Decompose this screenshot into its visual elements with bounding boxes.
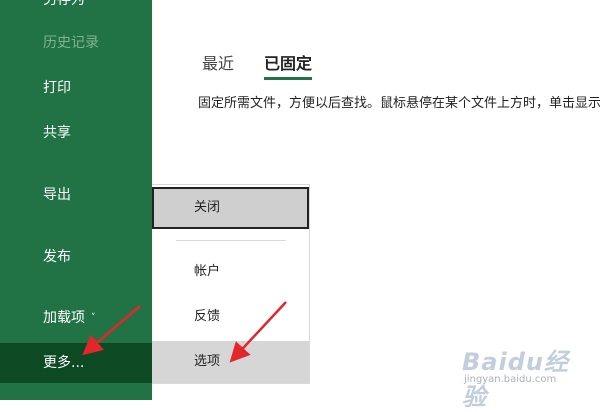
sidebar-item-publish[interactable]: 发布 <box>0 237 152 277</box>
menu-item-options[interactable]: 选项 <box>152 341 309 383</box>
watermark-url: jingyan.baidu.com <box>464 374 557 385</box>
menu-divider <box>176 240 286 241</box>
menu-item-label: 反馈 <box>194 309 221 324</box>
tab-pinned[interactable]: 已固定 <box>264 50 313 80</box>
sidebar-item-print[interactable]: 打印 <box>0 68 152 108</box>
pinned-description: 固定所需文件，方便以后查找。鼠标悬停在某个文件上方时，单击显示的图钉图标。 <box>198 96 600 111</box>
sidebar-item-share[interactable]: 共享 <box>0 113 152 153</box>
menu-item-close[interactable]: 关闭 <box>152 187 309 229</box>
sidebar-item-label: 发布 <box>43 249 71 265</box>
tab-label: 最近 <box>202 54 235 73</box>
menu-item-label: 帐户 <box>194 264 221 279</box>
more-menu: 关闭 帐户 反馈 选项 <box>152 184 310 384</box>
sidebar-item-save-as[interactable]: 另存为 <box>0 0 152 20</box>
sidebar-item-add-ins[interactable]: 加载项 ˅ <box>0 298 152 338</box>
backstage-sidebar: 另存为 历史记录 打印 共享 导出 发布 加载项 ˅ 更多... <box>0 0 152 400</box>
sidebar-item-more[interactable]: 更多... <box>0 343 152 383</box>
tab-label: 已固定 <box>264 54 313 73</box>
sidebar-item-label: 加载项 <box>43 310 85 326</box>
baidu-watermark: Baidu经验 jingyan.baidu.com <box>462 340 592 411</box>
menu-item-account[interactable]: 帐户 <box>152 251 309 293</box>
sidebar-item-export[interactable]: 导出 <box>0 175 152 215</box>
sidebar-item-history: 历史记录 <box>0 23 152 63</box>
menu-item-label: 关闭 <box>194 200 221 215</box>
sidebar-item-label: 更多... <box>43 355 85 371</box>
sidebar-item-label: 另存为 <box>43 0 85 8</box>
sidebar-item-label: 导出 <box>43 187 71 203</box>
menu-item-label: 选项 <box>194 354 221 369</box>
sidebar-item-label: 历史记录 <box>43 35 99 51</box>
tab-recent[interactable]: 最近 <box>202 50 234 76</box>
menu-item-feedback[interactable]: 反馈 <box>152 296 309 338</box>
sidebar-item-label: 共享 <box>43 125 71 141</box>
sidebar-item-label: 打印 <box>43 80 71 96</box>
chevron-down-icon: ˅ <box>91 313 96 323</box>
